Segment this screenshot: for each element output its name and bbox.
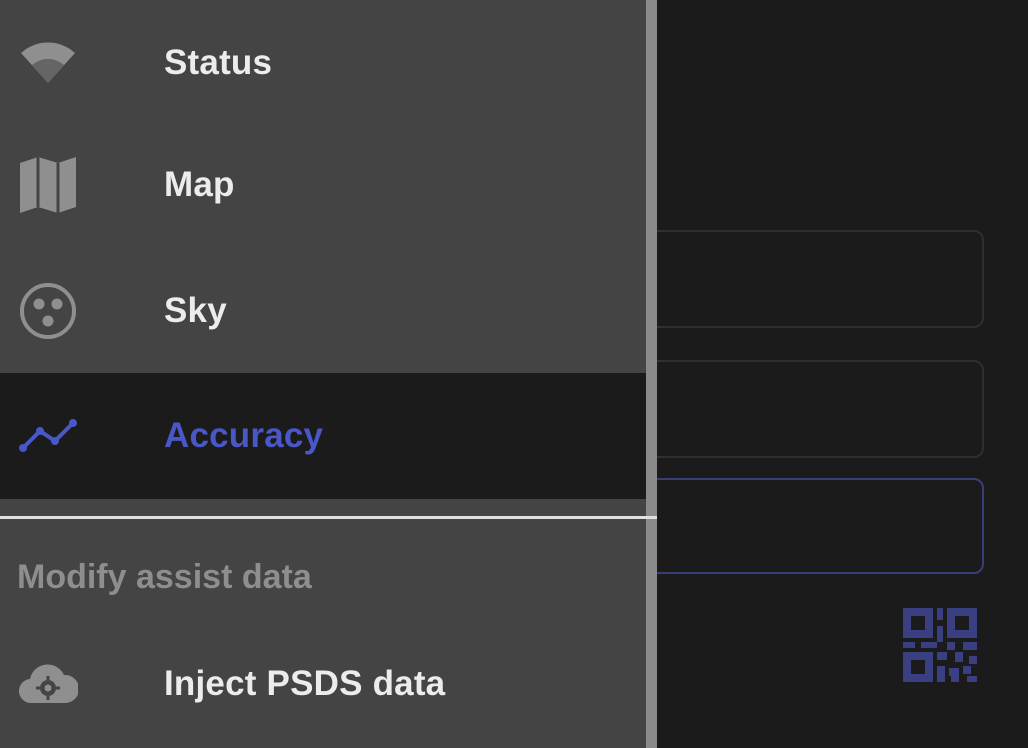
wifi-icon [18,33,78,93]
nav-label-sky: Sky [164,291,227,330]
accuracy-graph-icon [18,406,78,466]
drawer-scroll-edge [646,0,657,748]
drawer-divider [0,516,657,519]
sky-icon [18,281,78,341]
section-header-modify-assist-data: Modify assist data [17,558,312,596]
nav-item-accuracy[interactable]: Accuracy [0,373,646,499]
nav-label-status: Status [164,43,273,82]
nav-item-status[interactable]: Status [0,0,646,126]
navigation-drawer: Status Map Sky Accuracy Modify assist da… [0,0,646,748]
nav-label-accuracy: Accuracy [164,416,324,455]
qr-code-icon[interactable] [903,608,977,682]
cloud-settings-icon [18,654,78,714]
background-input-field-2[interactable] [600,360,984,458]
nav-item-map[interactable]: Map [0,122,646,248]
nav-item-sky[interactable]: Sky [0,248,646,374]
nav-item-inject-psds-data[interactable]: Inject PSDS data [0,621,646,747]
nav-label-inject-psds-data: Inject PSDS data [164,664,446,703]
nav-label-map: Map [164,165,235,204]
background-input-field-1[interactable] [600,230,984,328]
map-icon [18,155,78,215]
background-input-field-3-focused[interactable] [600,478,984,574]
